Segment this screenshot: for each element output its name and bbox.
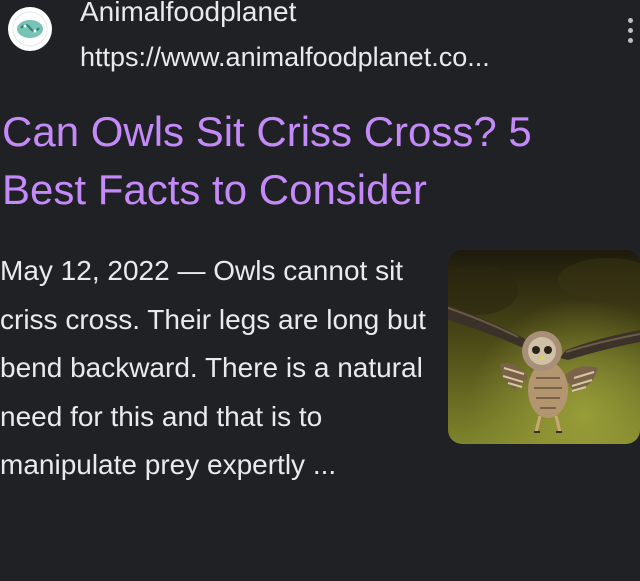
result-snippet: May 12, 2022 — Owls cannot sit criss cro… [0, 247, 430, 490]
site-url[interactable]: https://www.animalfoodplanet.co... [80, 40, 490, 74]
result-date: May 12, 2022 [0, 255, 170, 286]
date-separator: — [169, 255, 214, 286]
site-favicon-icon [8, 7, 52, 51]
result-title-link[interactable]: Can Owls Sit Criss Cross? 5 Best Facts t… [2, 103, 622, 219]
snippet-text: Owls cannot sit criss cross. Their legs … [0, 255, 426, 480]
site-name[interactable]: Animalfoodplanet [80, 0, 296, 30]
result-header[interactable]: Animalfoodplanet https://www.animalfoodp… [0, 0, 640, 80]
dot-icon [627, 37, 633, 43]
more-options-button[interactable] [620, 10, 640, 50]
dot-icon [627, 27, 633, 33]
owl-photo-icon [448, 250, 640, 444]
dot-icon [627, 17, 633, 23]
result-thumbnail-owl-image[interactable] [448, 250, 640, 444]
